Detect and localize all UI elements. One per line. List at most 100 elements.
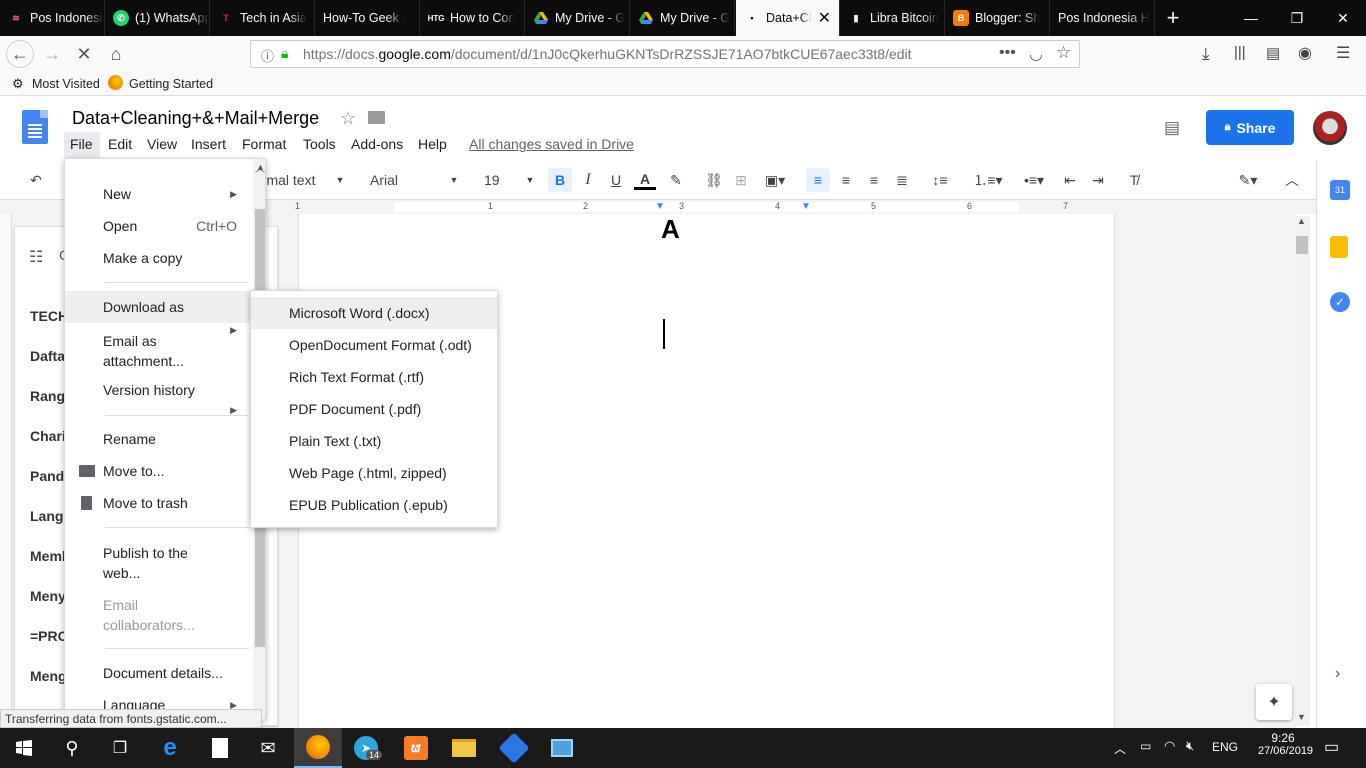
- info-icon[interactable]: ⓘ: [261, 46, 274, 65]
- outline-item[interactable]: =PRO: [30, 628, 69, 644]
- bookmark-getting-started[interactable]: Getting Started: [129, 77, 213, 91]
- align-right-icon[interactable]: ≡: [864, 170, 884, 190]
- language-indicator[interactable]: ENG: [1212, 740, 1238, 754]
- home-icon[interactable]: ⌂: [102, 40, 130, 68]
- sidebar-icon[interactable]: ▤: [1266, 44, 1280, 62]
- more-actions-icon[interactable]: •••: [999, 44, 1016, 62]
- forward-arrow-icon[interactable]: →: [38, 40, 66, 68]
- outline-item[interactable]: Meny: [30, 588, 66, 604]
- tab-howtogeek[interactable]: How-To Geek -: [315, 0, 420, 36]
- account-icon[interactable]: ◉: [1298, 43, 1312, 63]
- download-html-zipped[interactable]: Web Page (.html, zipped): [251, 457, 497, 489]
- menu-file[interactable]: File: [64, 132, 100, 158]
- close-tab-icon[interactable]: ✕: [818, 8, 831, 28]
- bulleted-list-icon[interactable]: •≡▾: [1014, 170, 1054, 190]
- task-view-icon[interactable]: ❐: [96, 728, 144, 768]
- edge-icon[interactable]: e: [146, 728, 194, 768]
- justify-icon[interactable]: ≣: [892, 170, 912, 190]
- text-color-button[interactable]: A: [634, 170, 656, 190]
- share-button[interactable]: 🔒︎ Share: [1206, 110, 1294, 145]
- explore-sparkle-icon[interactable]: ✦: [1256, 684, 1292, 720]
- calendar-icon[interactable]: 31: [1330, 180, 1350, 200]
- close-window-icon[interactable]: ✕: [1320, 0, 1366, 36]
- stop-loading-icon[interactable]: ✕: [70, 40, 98, 68]
- new-tab-plus-icon[interactable]: +: [1150, 0, 1196, 36]
- file-menu-publish-web[interactable]: Publish to the web...: [65, 543, 253, 583]
- search-icon[interactable]: ⚲: [48, 728, 96, 768]
- tab-how-to-con[interactable]: HTG How to Con: [420, 0, 525, 36]
- font-size-dropdown[interactable]: 19: [484, 170, 514, 190]
- outline-item[interactable]: Chari: [30, 428, 66, 444]
- xampp-icon[interactable]: ຜ: [392, 728, 440, 768]
- numbered-list-icon[interactable]: ⒈≡▾: [968, 170, 1008, 190]
- star-icon[interactable]: ☆: [340, 108, 356, 129]
- download-pdf[interactable]: PDF Document (.pdf): [251, 393, 497, 425]
- comment-icon[interactable]: ▤: [1164, 118, 1180, 138]
- scrollbar-thumb[interactable]: [1296, 236, 1308, 254]
- keep-icon[interactable]: [1330, 236, 1348, 258]
- tab-my-drive-2[interactable]: My Drive - G: [630, 0, 735, 36]
- saved-status[interactable]: All changes saved in Drive: [469, 136, 634, 152]
- editing-mode-icon[interactable]: ✎▾: [1230, 170, 1266, 190]
- menu-addons[interactable]: Add-ons: [351, 136, 403, 152]
- menu-tools[interactable]: Tools: [303, 136, 336, 152]
- battery-icon[interactable]: ▭: [1140, 739, 1151, 753]
- menu-edit[interactable]: Edit: [108, 136, 132, 152]
- align-center-icon[interactable]: ≡: [836, 170, 856, 190]
- download-docx[interactable]: Microsoft Word (.docx): [251, 297, 497, 329]
- telegram-icon[interactable]: ➤ 14: [342, 728, 390, 768]
- collapse-chevron-icon[interactable]: ︿: [1282, 170, 1302, 190]
- file-menu-rename[interactable]: Rename: [65, 430, 253, 450]
- expand-panel-chevron-icon[interactable]: ›: [1335, 665, 1340, 683]
- scroll-up-icon[interactable]: ▲: [1297, 216, 1306, 226]
- file-menu-document-details[interactable]: Document details...: [65, 664, 253, 684]
- page-scrollbar[interactable]: ▲ ▼: [1294, 216, 1310, 726]
- file-icon[interactable]: [196, 728, 244, 768]
- undo-icon[interactable]: ↶: [26, 170, 46, 190]
- volume-mute-icon[interactable]: 🔇︎: [1186, 738, 1194, 754]
- line-spacing-icon[interactable]: ↕≡: [928, 170, 952, 190]
- file-menu-move-to-trash[interactable]: Move to trash: [65, 494, 253, 514]
- firefox-taskbar-icon[interactable]: [294, 728, 342, 768]
- file-menu-open[interactable]: Open Ctrl+O: [65, 217, 253, 237]
- clear-formatting-icon[interactable]: T̸: [1124, 170, 1144, 190]
- tab-whatsapp[interactable]: ✆ (1) WhatsApp: [105, 0, 210, 36]
- italic-button[interactable]: I: [578, 170, 598, 190]
- restore-icon[interactable]: ❐: [1274, 0, 1320, 36]
- mail-icon[interactable]: ✉: [244, 728, 292, 768]
- increase-indent-icon[interactable]: ⇥: [1088, 170, 1108, 190]
- wps-icon[interactable]: [490, 728, 538, 768]
- minimize-icon[interactable]: —: [1228, 0, 1274, 36]
- download-epub[interactable]: EPUB Publication (.epub): [251, 489, 497, 521]
- folder-icon[interactable]: [368, 111, 385, 124]
- file-menu-move-to[interactable]: Move to...: [65, 462, 253, 482]
- bookmark-star-icon[interactable]: ☆: [1056, 43, 1071, 63]
- tab-blogger[interactable]: B Blogger: Sh: [945, 0, 1050, 36]
- url-text[interactable]: https://docs.google.com/document/d/1nJ0c…: [303, 46, 912, 62]
- menu-format[interactable]: Format: [242, 136, 286, 152]
- docs-logo-icon[interactable]: [22, 110, 48, 144]
- file-menu-email-attachment[interactable]: Email as attachment... ▶: [65, 325, 253, 369]
- link-icon[interactable]: ⛓: [703, 170, 725, 190]
- notification-icon[interactable]: ▭: [1324, 737, 1339, 757]
- tab-my-drive-1[interactable]: My Drive - G: [525, 0, 630, 36]
- outline-icon[interactable]: ☷: [29, 247, 43, 267]
- url-bar[interactable]: ⓘ 🔒︎ https://docs.google.com/document/d/…: [250, 40, 1080, 68]
- pocket-icon[interactable]: ◡: [1029, 44, 1043, 64]
- menu-help[interactable]: Help: [418, 136, 447, 152]
- underline-button[interactable]: U: [606, 170, 626, 190]
- back-arrow-icon[interactable]: ←: [6, 40, 34, 68]
- file-menu-version-history[interactable]: Version history ▶: [65, 381, 253, 415]
- downloads-icon[interactable]: ⤓: [1202, 44, 1210, 64]
- tab-marker-icon[interactable]: ▼: [801, 201, 811, 212]
- outline-item[interactable]: Dafta: [30, 348, 65, 364]
- tab-data-cleaning[interactable]: • Data+Cl ✕: [736, 0, 840, 36]
- page-heading[interactable]: A: [661, 214, 680, 245]
- align-left-icon[interactable]: ≡: [806, 168, 830, 192]
- tray-chevron-icon[interactable]: ︿: [1114, 740, 1126, 757]
- outline-item[interactable]: TECH: [30, 308, 68, 324]
- tab-pos-indonesia-h[interactable]: Pos Indonesia H: [1050, 0, 1155, 36]
- hamburger-menu-icon[interactable]: ☰: [1336, 43, 1350, 63]
- file-menu-new[interactable]: New ▶: [65, 185, 253, 205]
- decrease-indent-icon[interactable]: ⇤: [1060, 170, 1080, 190]
